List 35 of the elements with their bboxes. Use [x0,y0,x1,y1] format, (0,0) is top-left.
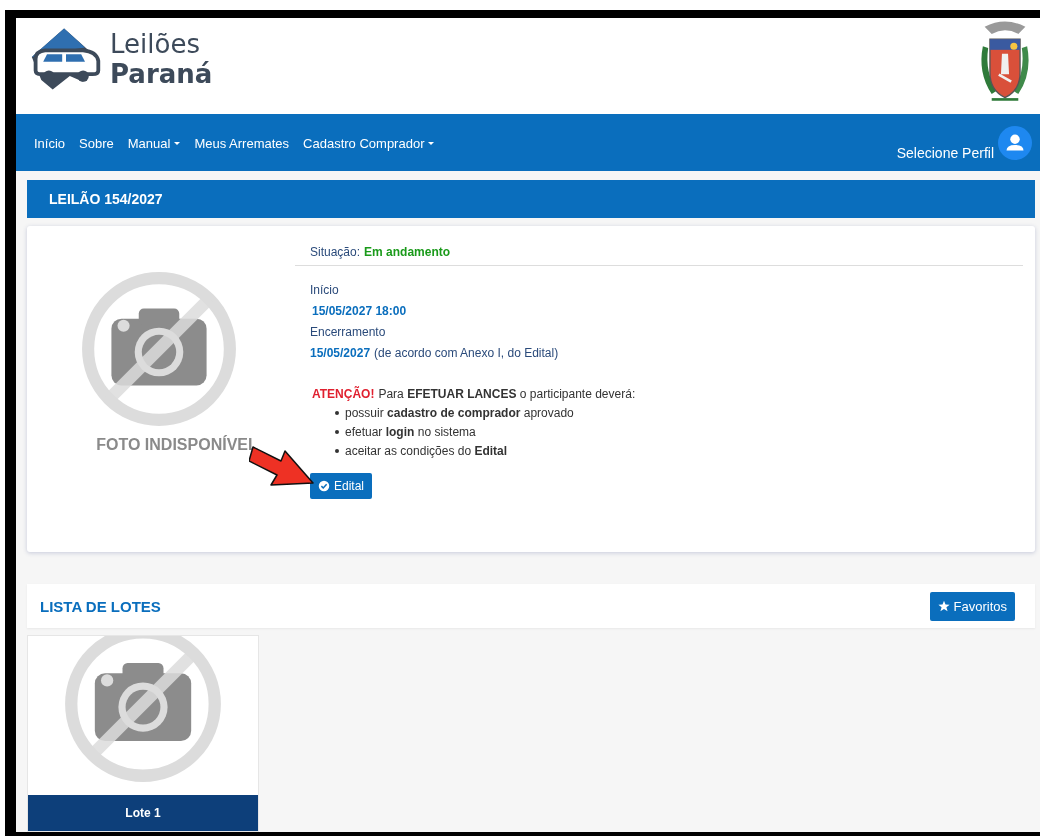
warning-label: ATENÇÃO! [312,387,375,401]
bullet-icon [335,449,339,453]
caret-icon [428,142,435,146]
profile-link[interactable]: Selecione Perfil [896,144,994,161]
end-date: 15/05/2027 [310,346,371,360]
user-avatar-icon[interactable] [998,125,1032,160]
end-note: (de acordo com Anexo I, do Edital) [374,346,559,360]
requirement-text: possuir cadastro de comprador aprovado [345,406,574,420]
nav-link[interactable]: Meus Arremates [194,136,290,152]
status-value: Em andamento [364,245,451,259]
logo-text: Paraná [110,59,213,89]
section-title: LISTA DE LOTES [40,597,161,615]
bullet-icon [335,430,339,434]
photo-caption: FOTO INDISPONÍVEL [96,436,258,454]
start-label: Início [310,283,340,297]
caret-icon [174,142,181,146]
status-label: Situação: [310,245,361,259]
favorites-button[interactable]: Favoritos [929,591,1015,621]
end-label: Encerramento [310,325,387,339]
logo-text: Leilões [110,29,201,59]
bullet-icon [335,411,339,415]
lot-label: Lote 1 [28,795,258,831]
requirement-text: efetuar login no sistema [345,425,476,439]
nav-link[interactable]: Manual [127,136,181,152]
warning-text: Para EFETUAR LANCES o participante deverá: [378,387,636,401]
start-date: 15/05/2027 18:00 [312,304,408,318]
check-circle-icon [318,480,330,492]
auction-title: LEILÃO 154/2027 [49,191,163,207]
nav-link[interactable]: Início [34,136,66,152]
requirement-text: aceitar as condições do Edital [345,444,508,458]
lot-card[interactable]: Lote 1 [27,635,259,832]
edital-button[interactable]: Edital [310,473,373,499]
nav-link[interactable]: Sobre [79,136,114,152]
nav-link[interactable]: Cadastro Comprador [303,136,435,152]
star-icon [937,600,950,612]
